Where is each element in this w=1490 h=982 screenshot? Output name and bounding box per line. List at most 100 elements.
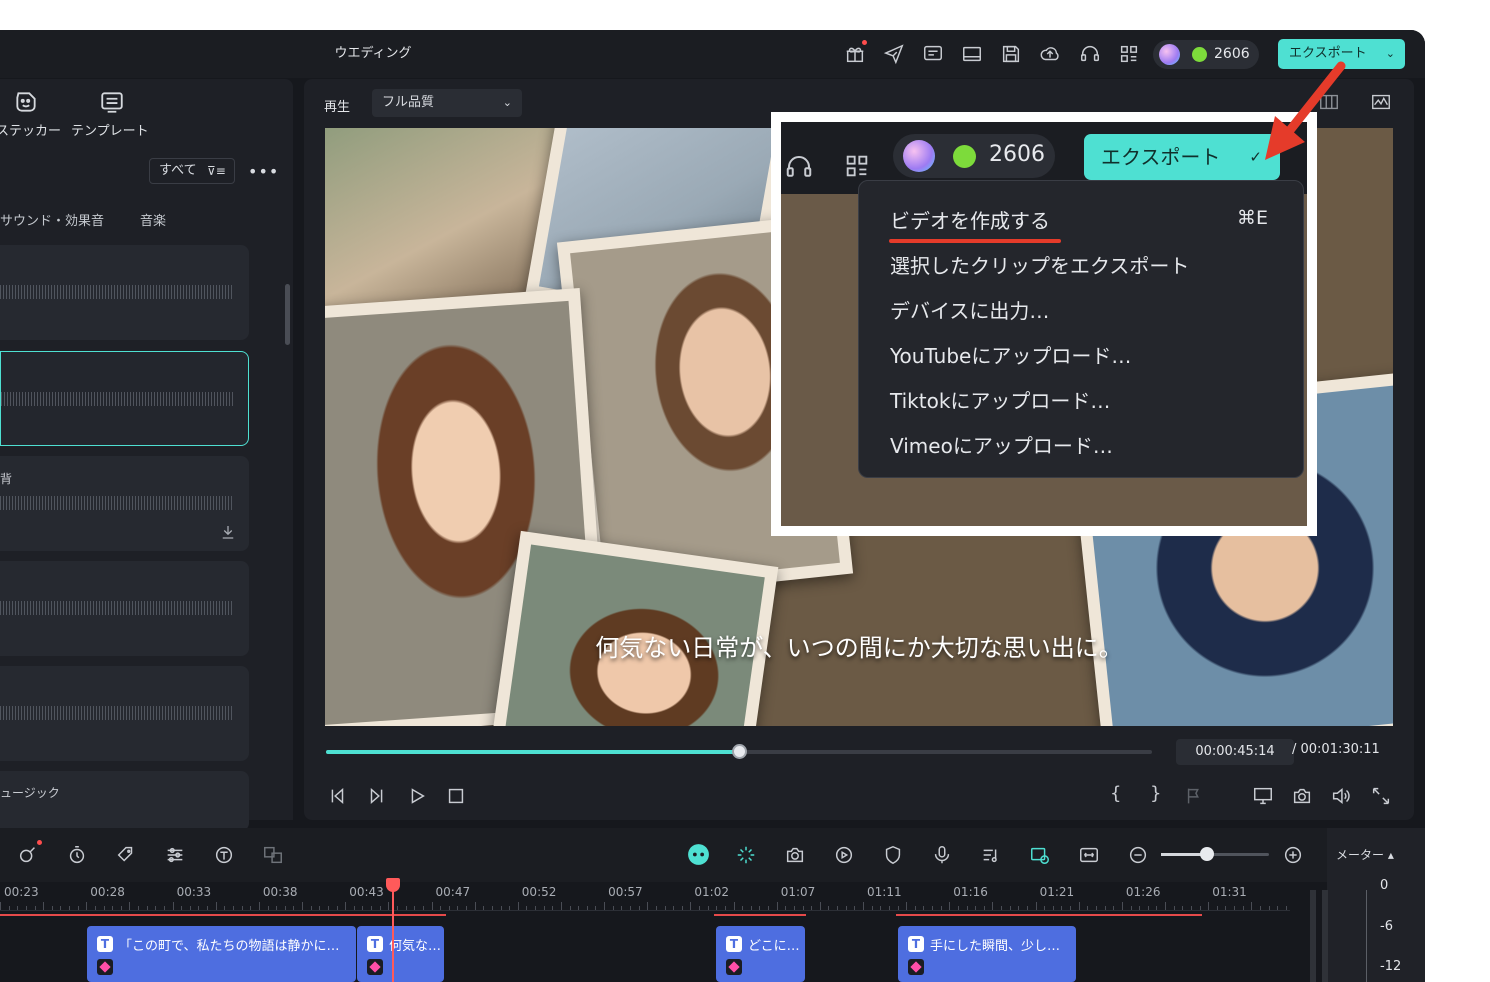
tag-icon[interactable]: [115, 844, 137, 866]
ruler-tick-label: 01:31: [1212, 885, 1247, 899]
export-menu-callout: 2606 エクスポート ✓ ビデオを作成する ⌘E 選択したクリップをエクスポー…: [771, 112, 1317, 536]
meter-scale-6: -6: [1380, 919, 1393, 934]
zoom-knob[interactable]: [1200, 847, 1214, 861]
previous-frame-icon[interactable]: [326, 785, 348, 807]
zoom-in-icon[interactable]: [1282, 844, 1304, 866]
next-frame-icon[interactable]: [366, 785, 388, 807]
credits-count: 2606: [1214, 46, 1250, 62]
playhead-handle[interactable]: [386, 878, 400, 892]
playhead[interactable]: [392, 882, 394, 982]
zoom-slider[interactable]: [1161, 853, 1269, 856]
progress-knob[interactable]: [732, 744, 747, 759]
ruler-tick-label: 01:21: [1039, 885, 1075, 899]
fit-width-icon[interactable]: [1078, 844, 1100, 866]
playback-progress[interactable]: [326, 744, 1152, 759]
cloud-upload-icon[interactable]: [1039, 43, 1061, 65]
chevron-down-icon[interactable]: ⌄: [1386, 39, 1395, 69]
shield-icon[interactable]: [882, 844, 904, 866]
menu-item-output-device[interactable]: デバイスに出力…: [890, 295, 1049, 324]
ai-assistant-icon[interactable]: [686, 842, 711, 867]
timer-icon[interactable]: [66, 844, 88, 866]
record-camera-icon[interactable]: [784, 844, 806, 866]
text-to-speech-icon[interactable]: [213, 844, 235, 866]
ruler-minor-tick: [647, 902, 649, 910]
fullscreen-icon[interactable]: [1370, 785, 1392, 807]
tab-template[interactable]: テンプレート: [71, 120, 149, 139]
more-options-icon[interactable]: •••: [248, 162, 279, 181]
waveform-scope-icon[interactable]: [1370, 91, 1392, 113]
send-icon[interactable]: [883, 43, 905, 65]
tab-sticker[interactable]: ステッカー: [0, 120, 61, 139]
ruler-minor-tick: [129, 902, 131, 910]
export-button[interactable]: エクスポート ✓: [1084, 134, 1280, 180]
download-icon[interactable]: [219, 523, 237, 541]
scrollbar[interactable]: [285, 284, 290, 345]
music-card[interactable]: ュージック: [0, 771, 249, 831]
marker-icon[interactable]: [1184, 785, 1206, 807]
ruler-tick-label: 00:28: [90, 885, 125, 899]
microphone-icon[interactable]: [931, 844, 953, 866]
filter-icon: ⊽≡: [207, 164, 226, 178]
category-music[interactable]: 音楽: [140, 210, 166, 229]
apps-grid-icon[interactable]: [1118, 43, 1140, 65]
message-icon[interactable]: [922, 43, 944, 65]
gem-icon: [726, 959, 742, 975]
template-icon[interactable]: [99, 89, 125, 115]
title-clip[interactable]: T 何気な…: [357, 926, 444, 982]
filter-dropdown[interactable]: すべて ⊽≡: [149, 158, 235, 184]
audio-card[interactable]: [0, 666, 249, 761]
play-icon[interactable]: [406, 785, 428, 807]
meter-label[interactable]: メーター ▴: [1336, 846, 1394, 863]
zoom-out-icon[interactable]: [1127, 844, 1149, 866]
headset-icon[interactable]: [784, 152, 814, 182]
audio-card[interactable]: [0, 561, 249, 656]
ai-edit-icon[interactable]: [17, 844, 39, 866]
text-clip-icon: T: [726, 936, 742, 952]
mark-out-icon[interactable]: }: [1150, 783, 1161, 804]
ruler-minor-tick: [776, 902, 778, 910]
mark-in-icon[interactable]: {: [1110, 783, 1121, 804]
audio-mix-icon[interactable]: [980, 844, 1002, 866]
volume-icon[interactable]: [1330, 785, 1352, 807]
menu-item-youtube[interactable]: YouTubeにアップロード…: [890, 340, 1131, 369]
layout-icon[interactable]: [961, 43, 983, 65]
avatar[interactable]: [903, 140, 935, 172]
speed-icon[interactable]: [833, 844, 855, 866]
avatar[interactable]: [1159, 44, 1180, 65]
audio-card-selected[interactable]: [0, 351, 249, 446]
audio-meter-panel: メーター ▴: [1327, 828, 1425, 982]
gift-icon[interactable]: [844, 43, 866, 65]
waveform: [0, 496, 232, 510]
auto-ripple-icon[interactable]: [1029, 844, 1051, 866]
audio-card[interactable]: [0, 245, 249, 340]
display-icon[interactable]: [1252, 785, 1274, 807]
render-bar: [714, 914, 806, 916]
category-sound-effects[interactable]: サウンド・効果音: [0, 210, 104, 229]
title-clip[interactable]: T どこに…: [716, 926, 805, 982]
snapshot-icon[interactable]: [1291, 785, 1313, 807]
ruler-minor-tick: [0, 902, 1, 910]
credits-badge[interactable]: 2606: [893, 134, 1055, 178]
stop-icon[interactable]: [445, 785, 467, 807]
ruler-minor-tick: [1121, 902, 1123, 910]
title-clip[interactable]: T 「この町で、私たちの物語は静かに…: [87, 926, 356, 982]
title-clip[interactable]: T 手にした瞬間、少し…: [898, 926, 1076, 982]
audio-card[interactable]: 背: [0, 456, 249, 551]
annotation-arrow-icon: [1265, 61, 1346, 160]
gem-icon: [97, 959, 113, 975]
text-clip-icon: T: [97, 936, 113, 952]
quality-dropdown[interactable]: フル品質 ⌄: [372, 89, 522, 117]
credits-badge[interactable]: 2606: [1153, 40, 1259, 69]
save-icon[interactable]: [1000, 43, 1022, 65]
menu-item-vimeo[interactable]: Vimeoにアップロード…: [890, 430, 1113, 459]
menu-item-export-selected[interactable]: 選択したクリップをエクスポート: [890, 250, 1189, 279]
apps-grid-icon[interactable]: [843, 152, 871, 180]
ruler-minor-tick: [215, 902, 217, 910]
translate-icon[interactable]: [262, 844, 284, 866]
headset-icon[interactable]: [1079, 43, 1101, 65]
auto-highlight-icon[interactable]: [735, 844, 757, 866]
sticker-icon[interactable]: [13, 89, 39, 115]
menu-item-tiktok[interactable]: Tiktokにアップロード…: [890, 385, 1110, 414]
menu-item-create-video[interactable]: ビデオを作成する: [890, 205, 1050, 234]
adjust-icon[interactable]: [164, 844, 186, 866]
